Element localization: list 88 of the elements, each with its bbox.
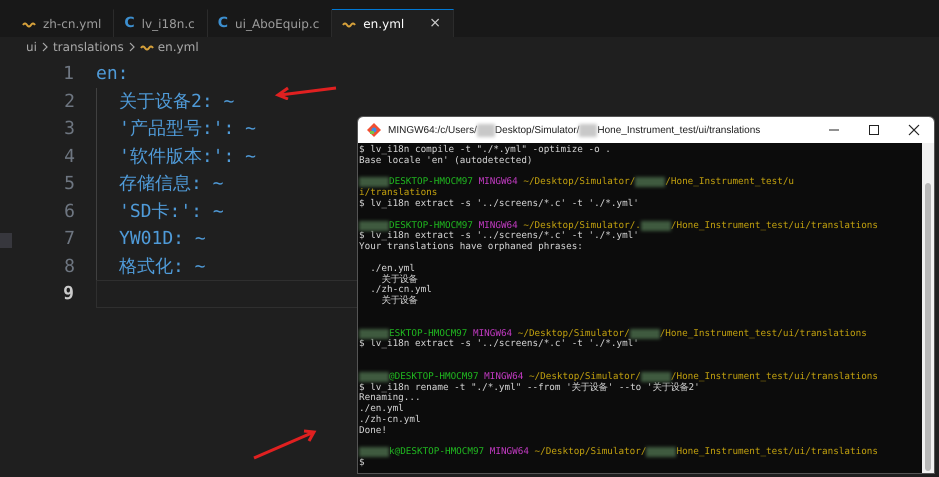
terminal-text: MINGW64 — [478, 177, 519, 188]
redacted-block — [635, 177, 666, 188]
breadcrumb-item[interactable]: ui — [26, 38, 37, 56]
terminal-text: MINGW64 — [478, 220, 519, 231]
terminal-text: i/translations — [359, 188, 438, 198]
terminal-text: /Hone_Instrument_test/ui/translations — [670, 220, 878, 232]
git-bash-icon — [366, 122, 382, 138]
line-number: 7 — [63, 227, 75, 252]
line-number: 2 — [63, 90, 75, 114]
editor-tab[interactable]: en.yml × — [332, 9, 454, 37]
arrow-icon — [252, 428, 318, 460]
breadcrumb-item[interactable]: en.yml — [158, 38, 199, 56]
line-number: 8 — [63, 254, 75, 279]
line-number: 5 — [63, 172, 75, 196]
maximize-icon — [866, 124, 882, 136]
terminal-text: $ lv_i18n rename -t "./*.yml" --from '关于设备' --to '关于设备2' — [359, 382, 700, 393]
terminal-text: $ lv_i18n compile -t "./*.yml" -optimize -o . — [359, 145, 611, 156]
terminal-text: ./zh-cn.yml — [369, 285, 432, 296]
terminal-text: Renaming... — [359, 393, 421, 404]
redacted-block — [630, 328, 660, 339]
tab-label[interactable]: en.yml — [363, 14, 404, 32]
terminal-text: 关于设备 — [380, 296, 418, 307]
code-line: '软件版本:': ~ — [119, 144, 256, 169]
terminal-text: k@DESKTOP-HMOCM97 — [389, 447, 486, 458]
redacted-block — [359, 220, 389, 231]
redacted-block — [359, 177, 389, 188]
scrollbar-thumb[interactable] — [925, 183, 931, 471]
terminal-text: ./en.yml — [359, 404, 404, 414]
terminal-text: MINGW64 — [484, 372, 524, 382]
terminal-text: ~/Desktop/Simulator/ — [518, 328, 630, 339]
terminal-text: ~/Desktop/Simulator/. — [523, 220, 641, 231]
terminal-text: ESKTOP-HMOCM97 — [389, 328, 468, 339]
gutter-marker — [0, 233, 12, 248]
close-icon[interactable]: × — [429, 13, 441, 34]
terminal-text: $ lv_i18n extract -s '../screens/*.c' -t './*.yml' — [359, 198, 639, 210]
code-line: '产品型号:': ~ — [119, 117, 256, 142]
terminal-text: $ lv_i18n extract -s '../screens/*.c' -t './*.yml' — [359, 231, 639, 242]
redacted-block — [579, 124, 598, 136]
terminal-text: ./en.yml — [369, 264, 415, 274]
line-number: 4 — [63, 144, 75, 169]
close-icon — [906, 124, 922, 136]
terminal-text: ./zh-cn.yml — [359, 414, 421, 426]
code-line: 格式化: ~ — [119, 254, 206, 279]
c-file-icon: C — [218, 13, 228, 34]
code-line: en: — [96, 62, 129, 86]
c-file-icon: C — [124, 13, 135, 34]
code-line: 'SD卡:': ~ — [119, 200, 224, 224]
terminal-text: Your translations have orphaned phrases: — [359, 242, 583, 253]
redacted-block — [359, 372, 389, 382]
redacted-block — [646, 447, 676, 458]
breadcrumb-item[interactable]: translations — [52, 38, 124, 56]
line-number: 9 — [62, 282, 74, 306]
code-line: 存储信息: ~ — [119, 172, 224, 196]
window-title: MINGW64:/c/Users/ — [388, 124, 477, 138]
line-number: 3 — [63, 117, 75, 142]
code-line: 关于设备2: ~ — [119, 90, 234, 114]
terminal-text: Done! — [359, 426, 387, 437]
terminal-text: MINGW64 — [472, 328, 514, 339]
terminal-text: DESKTOP-HMOCM97 — [389, 177, 474, 188]
chevron-icon — [40, 40, 49, 52]
line-number: 6 — [63, 200, 75, 224]
terminal-text: MINGW64 — [490, 447, 530, 458]
redacted-block — [640, 220, 671, 231]
terminal-text: DESKTOP-HMOCM97 — [389, 220, 474, 231]
terminal-text: ~/Desktop/Simulator/ — [534, 447, 646, 458]
window-title: Desktop/Simulator/ — [494, 124, 580, 138]
terminal-text: ~/Desktop/Simulator/ — [523, 177, 636, 188]
terminal-text: $ lv_i18n extract -s '../screens/*.c' -t './*.yml' — [359, 339, 639, 350]
redacted-block — [359, 447, 389, 458]
redacted-block — [359, 328, 389, 339]
redacted-block — [476, 124, 495, 136]
terminal-text: @DESKTOP-HMOCM97 — [389, 372, 480, 382]
terminal-text: 关于设备 — [381, 274, 418, 285]
code-line: YW01D: ~ — [119, 227, 206, 252]
terminal-text: /Hone_Instrument_test/ui/translations — [670, 372, 878, 382]
redacted-block — [640, 372, 671, 382]
terminal-text: $ — [359, 458, 365, 469]
window-title: Hone_Instrument_test/ui/translations — [597, 124, 760, 138]
terminal-text: ~/Desktop/Simulator/ — [528, 372, 641, 382]
scrollbar[interactable] — [922, 143, 934, 473]
arrow-icon — [274, 84, 338, 100]
terminal-text: /Hone_Instrument_test/ui/translations — [660, 328, 867, 340]
terminal-text: /Hone_Instrument_test/u — [665, 177, 794, 188]
editor-tab[interactable]: C ui_AboEquip.c — [208, 9, 332, 37]
line-number: 1 — [62, 62, 74, 86]
terminal-text: Base locale 'en' (autodetected) — [359, 156, 533, 167]
chevron-icon — [128, 40, 136, 52]
terminal-text: Hone_Instrument_test/ui/translations — [676, 447, 878, 458]
